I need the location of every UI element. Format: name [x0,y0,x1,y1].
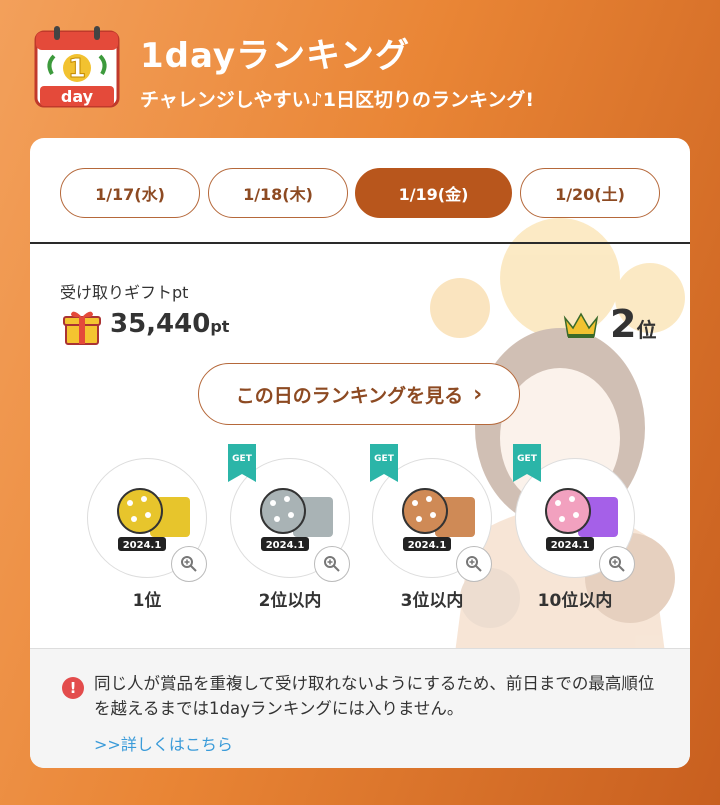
prize-item-4[interactable]: 2024.1 GET 10位以内 [513,444,635,611]
gift-points-value: 35,440pt [110,309,229,339]
zoom-icon[interactable] [171,546,207,582]
prize-item-1[interactable]: 2024.1 1位 [87,456,207,611]
prize-label: 2位以内 [258,591,322,611]
view-ranking-label: この日のランキングを見る [235,384,464,407]
notice-box: ! 同じ人が賞品を重複して受け取れないようにするため、前日までの最高順位を越える… [30,648,690,768]
gift-points-number: 35,440 [110,309,211,339]
tab-date-3[interactable]: 1/19(金) [355,168,512,218]
tab-date-2[interactable]: 1/18(木) [208,168,348,218]
get-badge-icon: GET [370,444,398,482]
view-ranking-button[interactable]: この日のランキングを見る › [198,363,520,425]
zoom-icon[interactable] [456,546,492,582]
page-subtitle: チャレンジしやすい♪1日区切りのランキング! [140,89,535,111]
prize-item-3[interactable]: 2024.1 GET 3位以内 [370,444,492,611]
prize-label: 3位以内 [400,591,464,611]
prize-label: 1位 [132,591,162,611]
get-badge-text: GET [232,454,253,464]
chevron-right-icon: › [473,381,483,407]
tab-date-1[interactable]: 1/17(水) [60,168,200,218]
tab-divider [30,242,690,244]
prize-year: 2024.1 [123,540,162,551]
logo-text: day [61,87,94,106]
date-tabs: 1/17(水) 1/18(木) 1/19(金) 1/20(土) [60,168,660,220]
zoom-icon[interactable] [599,546,635,582]
get-badge-icon: GET [513,444,541,482]
logo-number: 1 [68,54,86,84]
prize-item-2[interactable]: 2024.1 GET 2位以内 [228,444,350,611]
prize-label: 10位以内 [537,591,613,611]
prize-year: 2024.1 [408,540,447,551]
tab-date-4[interactable]: 1/20(土) [520,168,660,218]
rank-unit: 位 [636,318,657,342]
get-badge-text: GET [374,454,395,464]
get-badge-text: GET [517,454,538,464]
warning-icon: ! [62,677,84,699]
ranking-card: 1/17(水) 1/18(木) 1/19(金) 1/20(土) 受け取りギフトp… [30,138,690,768]
calendar-logo-icon: 1 day [34,26,120,108]
current-rank: 2位 [610,302,656,346]
zoom-icon[interactable] [314,546,350,582]
crown-icon [563,312,599,338]
notice-text: 同じ人が賞品を重複して受け取れないようにするため、前日までの最高順位を越えるまで… [94,674,655,718]
get-badge-icon: GET [228,444,256,482]
prize-year: 2024.1 [266,540,305,551]
prize-year: 2024.1 [551,540,590,551]
gift-points-label: 受け取りギフトpt [60,283,189,302]
gift-icon [63,311,101,345]
page-title: 1dayランキング [140,36,411,76]
details-link[interactable]: >>詳しくはこちら [94,731,233,755]
rank-number: 2 [610,302,637,346]
gift-points-unit: pt [210,317,230,336]
